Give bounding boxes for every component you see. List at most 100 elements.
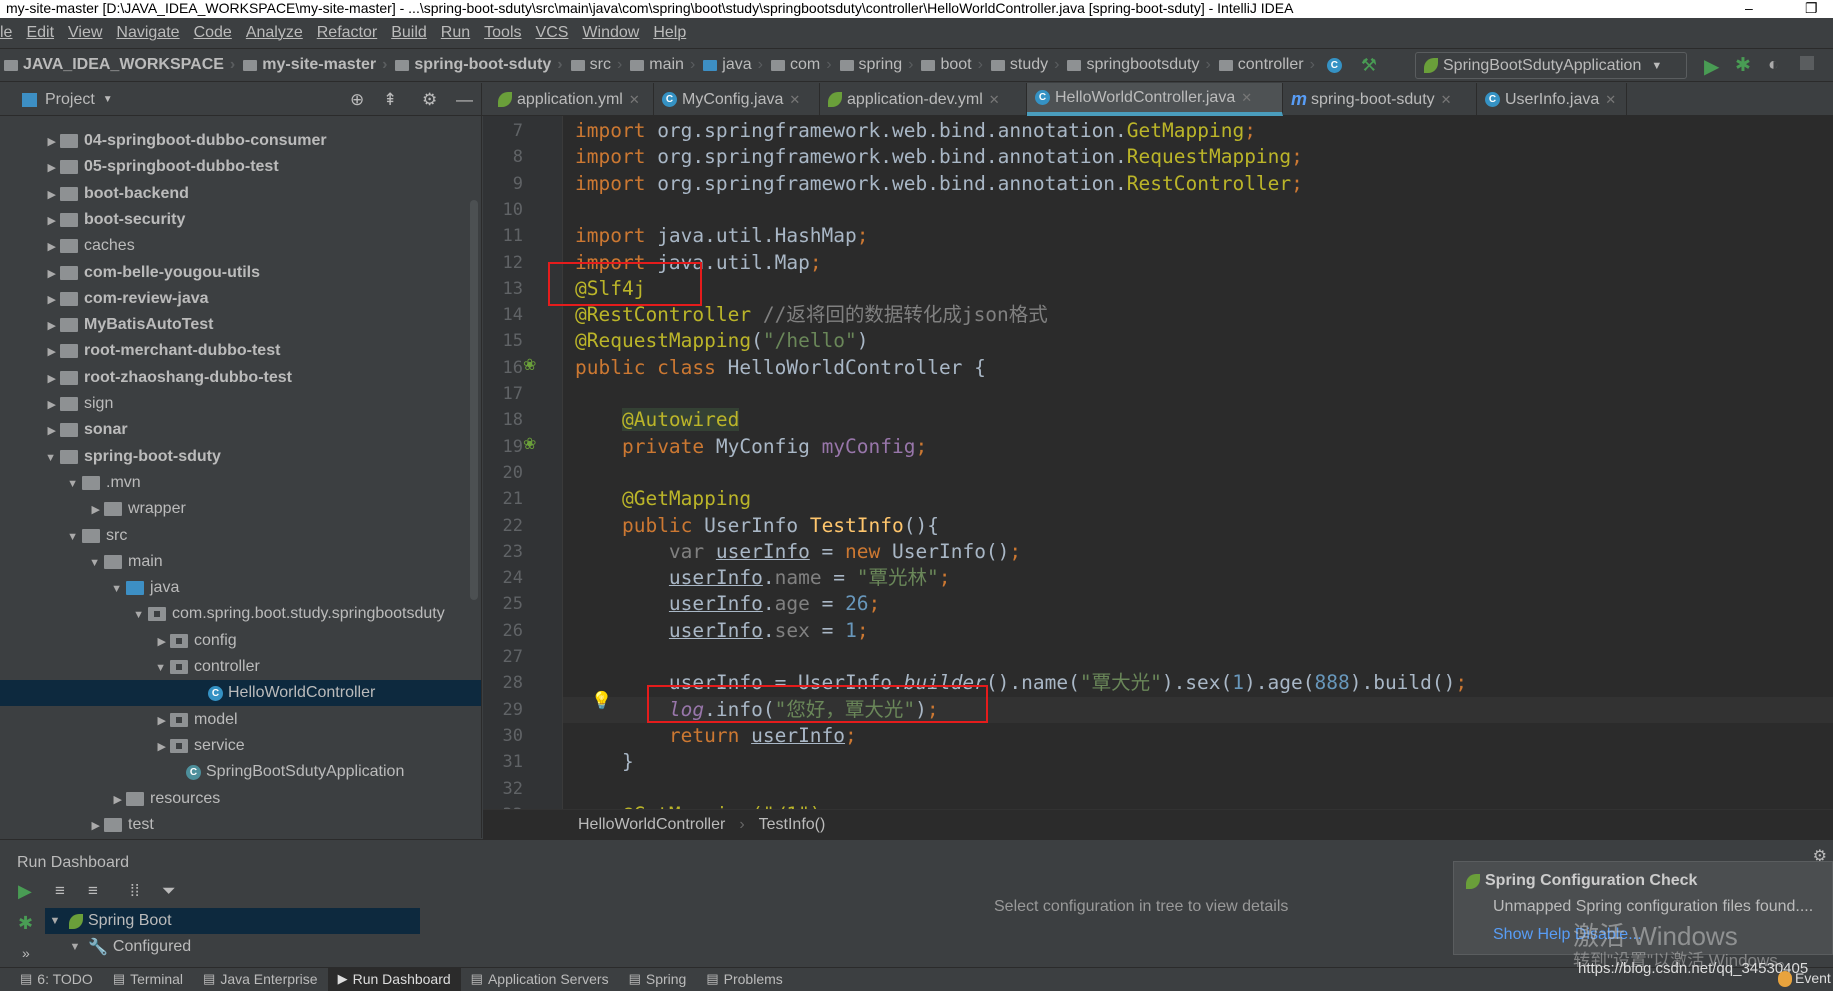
lightbulb-icon[interactable]: 💡	[591, 691, 612, 711]
chevron-right-icon[interactable]: ▶	[48, 241, 56, 253]
chevron-right-icon[interactable]: ▶	[158, 741, 166, 753]
tree-item[interactable]: ▼ .mvn	[0, 470, 481, 496]
code-line[interactable]: private MyConfig myConfig;	[575, 434, 927, 460]
tree-item[interactable]: ▼ main	[0, 549, 481, 575]
chevron-right-icon[interactable]: ▶	[48, 294, 56, 306]
close-icon[interactable]: ✕	[789, 92, 800, 108]
chevron-right-icon[interactable]: ▶	[48, 373, 56, 385]
menu-run[interactable]: Run	[441, 24, 470, 42]
code-line[interactable]: import org.springframework.web.bind.anno…	[575, 171, 1303, 197]
breadcrumb-item[interactable]: controller ›	[1215, 56, 1319, 74]
breadcrumb-item[interactable]: java ›	[699, 56, 767, 74]
menu-analyze[interactable]: Analyze	[246, 24, 303, 42]
tree-item[interactable]: ▶ sign	[0, 391, 481, 417]
code-line[interactable]: userInfo.age = 26;	[575, 591, 880, 617]
tree-item[interactable]: ▶ test	[0, 812, 481, 838]
tree-item[interactable]: ▶ com-belle-yougou-utils	[0, 260, 481, 286]
chevron-down-icon[interactable]: ▼	[67, 478, 78, 490]
menu-edit[interactable]: Edit	[26, 24, 54, 42]
minimize-button[interactable]: –	[1745, 0, 1753, 16]
maximize-button[interactable]: ❐	[1805, 0, 1818, 16]
gear-icon[interactable]: ⚙	[422, 90, 437, 110]
menu-vcs[interactable]: VCS	[536, 24, 569, 42]
tab-userinfo-java[interactable]: C UserInfo.java ✕	[1477, 83, 1627, 116]
chevron-right-icon[interactable]: ▶	[48, 425, 56, 437]
chevron-down-icon[interactable]: ▼	[45, 452, 56, 464]
event-log-button[interactable]: Event	[1778, 970, 1831, 988]
tree-item[interactable]: ▶ boot-backend	[0, 181, 481, 207]
breadcrumb-item[interactable]: study ›	[987, 56, 1064, 74]
close-icon[interactable]: ✕	[1441, 92, 1452, 108]
menu-code[interactable]: Code	[194, 24, 232, 42]
tree-item[interactable]: ▶ resources	[0, 786, 481, 812]
tree-item-spring-boot[interactable]: ▼ Spring Boot	[45, 908, 420, 934]
tab-spring-boot-sduty[interactable]: m spring-boot-sduty ✕	[1283, 83, 1477, 116]
breadcrumb-item[interactable]: springbootsduty ›	[1063, 56, 1214, 74]
tree-item[interactable]: ▶ config	[0, 628, 481, 654]
code-line[interactable]: userInfo.name = "覃光林";	[575, 565, 951, 591]
chevron-down-icon[interactable]: ▼	[67, 531, 78, 543]
stop-icon[interactable]	[1800, 56, 1814, 70]
code-line[interactable]: }	[575, 749, 634, 775]
code-line[interactable]: public UserInfo TestInfo(){	[575, 513, 939, 539]
tab-helloworldcontroller-java[interactable]: C HelloWorldController.java ✕	[1027, 83, 1283, 116]
tree-item[interactable]: ▶ caches	[0, 233, 481, 259]
coverage-icon[interactable]: ◐	[1768, 54, 1779, 75]
tree-item[interactable]: ▶ com-review-java	[0, 286, 481, 312]
menu-le[interactable]: le	[0, 24, 12, 42]
tree-item[interactable]: ▼ src	[0, 523, 481, 549]
menu-tools[interactable]: Tools	[484, 24, 521, 42]
run-icon[interactable]: ▶	[1704, 54, 1719, 79]
tree-item-configured[interactable]: ▼ 🔧 Configured	[45, 934, 420, 960]
tree-item[interactable]: ▶ MyBatisAutoTest	[0, 312, 481, 338]
autowired-bean-icon[interactable]: ❀	[523, 434, 536, 454]
chevron-right-icon[interactable]: ▶	[48, 346, 56, 358]
tool-tab-problems[interactable]: ▤ Problems	[696, 968, 792, 991]
menu-window[interactable]: Window	[582, 24, 639, 42]
code-line[interactable]: userInfo.sex = 1;	[575, 618, 869, 644]
chevron-right-icon[interactable]: ▶	[48, 136, 56, 148]
build-hammer-icon[interactable]: ⚒	[1361, 55, 1377, 76]
code-line[interactable]: @GetMapping	[575, 486, 751, 512]
breadcrumb-item[interactable]: spring ›	[836, 56, 918, 74]
debug-icon[interactable]: ✱	[18, 913, 33, 934]
tree-item[interactable]: ▶ 04-springboot-dubbo-consumer	[0, 128, 481, 154]
close-icon[interactable]: ✕	[1605, 92, 1616, 108]
code-line[interactable]: import org.springframework.web.bind.anno…	[575, 118, 1256, 144]
tree-item[interactable]: ▼ com.spring.boot.study.springbootsduty	[0, 601, 481, 627]
breadcrumb-item[interactable]: boot ›	[917, 56, 986, 74]
code-line[interactable]: public class HelloWorldController {	[575, 355, 986, 381]
breadcrumb-item[interactable]: main ›	[626, 56, 699, 74]
code-editor[interactable]: 7 8 9 10 11 12 13 14 15 16 17 18 19 20 21 22 23 24 25 26 27 2…	[483, 116, 1833, 809]
tool-tab-application-servers[interactable]: ▤ Application Servers	[461, 968, 619, 991]
tree-item[interactable]: ▶ sonar	[0, 417, 481, 443]
chevron-right-icon[interactable]: ▶	[48, 189, 56, 201]
menu-build[interactable]: Build	[391, 24, 427, 42]
code-line[interactable]: var userInfo = new UserInfo();	[575, 539, 1021, 565]
chevron-down-icon[interactable]: ▼	[155, 662, 166, 674]
run-icon[interactable]: ▶	[18, 881, 32, 902]
breadcrumb-item[interactable]: my-site-master ›	[239, 56, 391, 74]
tool-tab-terminal[interactable]: ▤ Terminal	[103, 968, 193, 991]
tab-myconfig-java[interactable]: C MyConfig.java ✕	[654, 83, 820, 116]
close-icon[interactable]: ✕	[629, 92, 640, 108]
chevron-down-icon[interactable]: ▼	[89, 557, 100, 569]
tab-application-yml[interactable]: application.yml ✕	[490, 83, 654, 116]
tool-tab-java-enterprise[interactable]: ▤ Java Enterprise	[193, 968, 328, 991]
tab-application-dev-yml[interactable]: application-dev.yml ✕	[820, 83, 1027, 116]
menu-help[interactable]: Help	[653, 24, 686, 42]
chevron-right-icon[interactable]: ▶	[48, 268, 56, 280]
tree-item[interactable]: ▶ 05-springboot-dubbo-test	[0, 154, 481, 180]
chevron-right-icon[interactable]: ▶	[92, 504, 100, 516]
menu-view[interactable]: View	[68, 24, 102, 42]
tool-tab-run-dashboard[interactable]: ▶ Run Dashboard	[327, 967, 461, 991]
tree-item[interactable]: ▼ controller	[0, 654, 481, 680]
close-icon[interactable]: ✕	[989, 92, 1000, 108]
code-line[interactable]: import org.springframework.web.bind.anno…	[575, 144, 1303, 170]
collapse-all-icon[interactable]: ≡	[88, 881, 98, 901]
chevron-right-icon[interactable]: ▶	[48, 399, 56, 411]
hide-icon[interactable]: —	[456, 90, 473, 110]
code-line[interactable]: @Autowired	[575, 407, 740, 433]
chevron-right-icon[interactable]: ▶	[48, 320, 56, 332]
chevron-down-icon[interactable]: ▼	[111, 583, 122, 595]
